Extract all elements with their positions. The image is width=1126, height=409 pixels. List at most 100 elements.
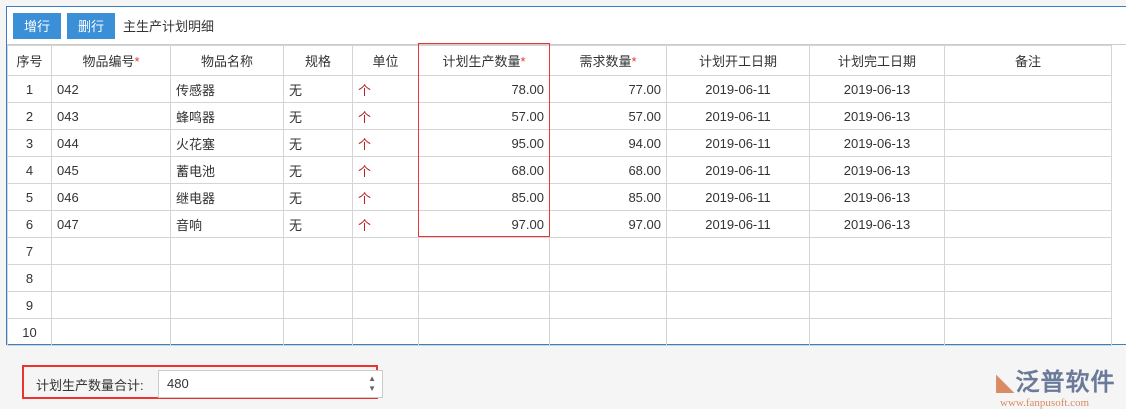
- cell-end[interactable]: 2019-06-13: [809, 129, 945, 157]
- cell-code[interactable]: 047: [51, 210, 171, 238]
- column-header[interactable]: 计划开工日期: [666, 45, 810, 76]
- table-row[interactable]: 6 047 音响无个 97.00 97.00 2019-06-11 2019-06-13: [7, 210, 1112, 238]
- cell-demand[interactable]: 94.00: [549, 129, 667, 157]
- cell-note[interactable]: [944, 129, 1112, 157]
- table-row[interactable]: 1 042 传感器无个 78.00 77.00 2019-06-11 2019-06-13: [7, 75, 1112, 103]
- cell-name[interactable]: 继电器: [170, 183, 284, 211]
- cell-name[interactable]: [170, 237, 284, 265]
- cell-plan[interactable]: 85.00: [418, 183, 550, 211]
- column-header[interactable]: 单位: [352, 45, 419, 76]
- table-row[interactable]: 3 044 火花塞无个 95.00 94.00 2019-06-11 2019-06-13: [7, 129, 1112, 157]
- cell-code[interactable]: 044: [51, 129, 171, 157]
- cell-plan[interactable]: [418, 264, 550, 292]
- cell-start[interactable]: [666, 237, 810, 265]
- cell-demand[interactable]: 68.00: [549, 156, 667, 184]
- column-header[interactable]: 需求数量*: [549, 45, 667, 76]
- cell-note[interactable]: [944, 291, 1112, 319]
- column-header[interactable]: 序号: [7, 45, 52, 76]
- cell-name[interactable]: 蜂鸣器: [170, 102, 284, 130]
- cell-name[interactable]: [170, 318, 284, 346]
- column-header[interactable]: 物品编号*: [51, 45, 171, 76]
- cell-demand[interactable]: [549, 291, 667, 319]
- cell-start[interactable]: 2019-06-11: [666, 129, 810, 157]
- cell-name[interactable]: 火花塞: [170, 129, 284, 157]
- cell-name[interactable]: 音响: [170, 210, 284, 238]
- cell-spec[interactable]: 无: [283, 129, 353, 157]
- cell-start[interactable]: [666, 264, 810, 292]
- cell-code[interactable]: [51, 264, 171, 292]
- cell-spec[interactable]: [283, 237, 353, 265]
- cell-code[interactable]: [51, 237, 171, 265]
- spinner-arrows-icon[interactable]: ▲ ▼: [368, 374, 376, 394]
- cell-code[interactable]: 046: [51, 183, 171, 211]
- cell-end[interactable]: 2019-06-13: [809, 102, 945, 130]
- cell-code[interactable]: 042: [51, 75, 171, 103]
- table-row[interactable]: 4 045 蓄电池无个 68.00 68.00 2019-06-11 2019-06-13: [7, 156, 1112, 184]
- cell-demand[interactable]: [549, 318, 667, 346]
- cell-spec[interactable]: 无: [283, 75, 353, 103]
- cell-unit[interactable]: [352, 264, 419, 292]
- table-row[interactable]: 10: [7, 318, 1112, 346]
- cell-end[interactable]: 2019-06-13: [809, 156, 945, 184]
- cell-demand[interactable]: [549, 264, 667, 292]
- cell-start[interactable]: 2019-06-11: [666, 210, 810, 238]
- cell-end[interactable]: [809, 291, 945, 319]
- cell-demand[interactable]: 57.00: [549, 102, 667, 130]
- table-row[interactable]: 5 046 继电器无个 85.00 85.00 2019-06-11 2019-06-13: [7, 183, 1112, 211]
- summary-total-input[interactable]: 480 ▲ ▼: [158, 370, 383, 398]
- cell-note[interactable]: [944, 156, 1112, 184]
- cell-note[interactable]: [944, 318, 1112, 346]
- cell-spec[interactable]: [283, 264, 353, 292]
- cell-start[interactable]: [666, 318, 810, 346]
- cell-plan[interactable]: [418, 318, 550, 346]
- cell-note[interactable]: [944, 75, 1112, 103]
- cell-end[interactable]: 2019-06-13: [809, 75, 945, 103]
- cell-plan[interactable]: 57.00: [418, 102, 550, 130]
- cell-unit[interactable]: 个: [352, 129, 419, 157]
- cell-code[interactable]: 045: [51, 156, 171, 184]
- cell-plan[interactable]: 95.00: [418, 129, 550, 157]
- cell-name[interactable]: [170, 264, 284, 292]
- cell-unit[interactable]: 个: [352, 183, 419, 211]
- cell-start[interactable]: 2019-06-11: [666, 102, 810, 130]
- cell-code[interactable]: 043: [51, 102, 171, 130]
- cell-name[interactable]: [170, 291, 284, 319]
- cell-note[interactable]: [944, 102, 1112, 130]
- column-header[interactable]: 计划完工日期: [809, 45, 945, 76]
- cell-spec[interactable]: [283, 318, 353, 346]
- cell-start[interactable]: [666, 291, 810, 319]
- cell-note[interactable]: [944, 264, 1112, 292]
- cell-note[interactable]: [944, 237, 1112, 265]
- table-row[interactable]: 2 043 蜂鸣器无个 57.00 57.00 2019-06-11 2019-06-13: [7, 102, 1112, 130]
- cell-spec[interactable]: 无: [283, 183, 353, 211]
- cell-start[interactable]: 2019-06-11: [666, 75, 810, 103]
- add-row-button[interactable]: 增行: [13, 12, 62, 39]
- cell-note[interactable]: [944, 183, 1112, 211]
- cell-end[interactable]: 2019-06-13: [809, 210, 945, 238]
- cell-code[interactable]: [51, 291, 171, 319]
- cell-spec[interactable]: 无: [283, 102, 353, 130]
- cell-demand[interactable]: 77.00: [549, 75, 667, 103]
- cell-code[interactable]: [51, 318, 171, 346]
- cell-spec[interactable]: 无: [283, 156, 353, 184]
- cell-unit[interactable]: 个: [352, 156, 419, 184]
- cell-demand[interactable]: [549, 237, 667, 265]
- column-header[interactable]: 规格: [283, 45, 353, 76]
- cell-end[interactable]: [809, 264, 945, 292]
- cell-unit[interactable]: 个: [352, 210, 419, 238]
- delete-row-button[interactable]: 删行: [67, 12, 116, 39]
- table-row[interactable]: 9: [7, 291, 1112, 319]
- cell-plan[interactable]: 97.00: [418, 210, 550, 238]
- table-row[interactable]: 8: [7, 264, 1112, 292]
- cell-unit[interactable]: 个: [352, 75, 419, 103]
- cell-plan[interactable]: 68.00: [418, 156, 550, 184]
- column-header[interactable]: 计划生产数量*: [418, 45, 550, 76]
- column-header[interactable]: 备注: [944, 45, 1112, 76]
- cell-spec[interactable]: [283, 291, 353, 319]
- cell-unit[interactable]: 个: [352, 102, 419, 130]
- cell-demand[interactable]: 97.00: [549, 210, 667, 238]
- column-header[interactable]: 物品名称: [170, 45, 284, 76]
- cell-end[interactable]: [809, 318, 945, 346]
- cell-spec[interactable]: 无: [283, 210, 353, 238]
- cell-unit[interactable]: [352, 291, 419, 319]
